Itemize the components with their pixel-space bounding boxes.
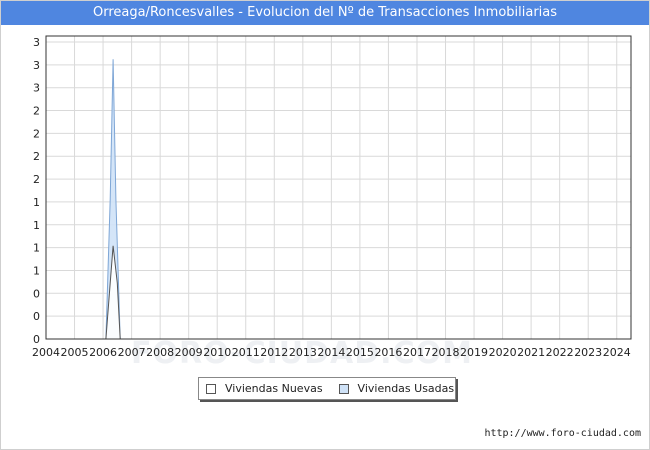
x-tick-label: 2023 bbox=[574, 346, 602, 359]
x-tick-label: 2011 bbox=[232, 346, 260, 359]
x-tick-label: 2010 bbox=[203, 346, 231, 359]
x-tick-label: 2024 bbox=[603, 346, 631, 359]
y-tick-label: 1 bbox=[33, 196, 40, 209]
source-url: http://www.foro-ciudad.com bbox=[484, 428, 641, 439]
x-tick-label: 2022 bbox=[546, 346, 574, 359]
legend: Viviendas Nuevas Viviendas Usadas bbox=[198, 377, 456, 400]
legend-item-usadas: Viviendas Usadas bbox=[338, 382, 455, 395]
y-tick-label: 2 bbox=[33, 150, 40, 163]
y-tick-label: 0 bbox=[33, 333, 40, 346]
x-tick-label: 2005 bbox=[61, 346, 89, 359]
y-tick-label: 2 bbox=[33, 173, 40, 186]
y-tick-label: 2 bbox=[33, 105, 40, 118]
legend-label-nuevas: Viviendas Nuevas bbox=[225, 382, 323, 395]
x-tick-label: 2009 bbox=[175, 346, 203, 359]
x-tick-label: 2007 bbox=[118, 346, 146, 359]
chart-frame: Orreaga/Roncesvalles - Evolucion del Nº … bbox=[0, 0, 650, 450]
legend-swatch-nuevas bbox=[206, 383, 216, 394]
x-tick-label: 2014 bbox=[317, 346, 345, 359]
y-tick-label: 2 bbox=[33, 127, 40, 140]
y-tick-label: 3 bbox=[33, 36, 40, 49]
x-tick-label: 2016 bbox=[374, 346, 402, 359]
x-tick-label: 2008 bbox=[146, 346, 174, 359]
x-tick-label: 2012 bbox=[260, 346, 288, 359]
legend-swatch-usadas bbox=[338, 383, 349, 394]
x-tick-label: 2006 bbox=[89, 346, 117, 359]
x-tick-label: 2018 bbox=[432, 346, 460, 359]
legend-label-usadas: Viviendas Usadas bbox=[357, 382, 455, 395]
y-tick-label: 3 bbox=[33, 82, 40, 95]
y-tick-label: 1 bbox=[33, 219, 40, 232]
y-tick-label: 1 bbox=[33, 264, 40, 277]
y-tick-label: 1 bbox=[33, 242, 40, 255]
x-tick-label: 2019 bbox=[460, 346, 488, 359]
x-tick-label: 2020 bbox=[489, 346, 517, 359]
x-tick-label: 2017 bbox=[403, 346, 431, 359]
x-tick-label: 2013 bbox=[289, 346, 317, 359]
x-tick-label: 2021 bbox=[517, 346, 545, 359]
legend-item-nuevas: Viviendas Nuevas bbox=[206, 382, 323, 395]
y-tick-label: 0 bbox=[33, 310, 40, 323]
x-tick-label: 2004 bbox=[32, 346, 60, 359]
y-tick-label: 3 bbox=[33, 59, 40, 72]
x-tick-label: 2015 bbox=[346, 346, 374, 359]
y-tick-label: 0 bbox=[33, 287, 40, 300]
